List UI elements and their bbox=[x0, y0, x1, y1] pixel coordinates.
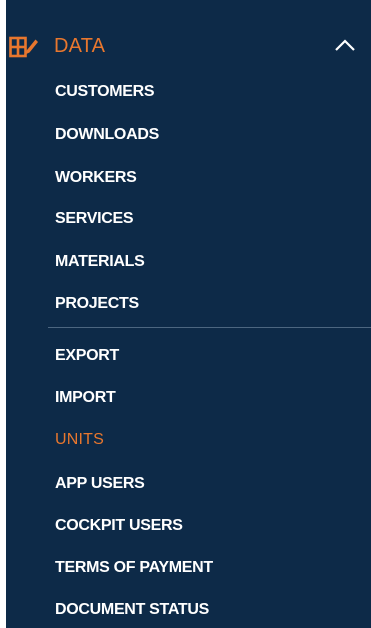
menu-item-export[interactable]: EXPORT bbox=[55, 346, 119, 366]
menu-divider bbox=[48, 327, 371, 328]
data-section-header[interactable]: DATA bbox=[6, 26, 371, 66]
menu-item-cockpit-users[interactable]: COCKPIT USERS bbox=[55, 516, 183, 536]
menu-item-projects[interactable]: PROJECTS bbox=[55, 294, 139, 314]
section-title: DATA bbox=[54, 35, 106, 57]
chevron-up-icon[interactable] bbox=[334, 38, 356, 52]
menu-item-terms-of-payment[interactable]: TERMS OF PAYMENT bbox=[55, 558, 213, 578]
menu-item-document-status[interactable]: DOCUMENT STATUS bbox=[55, 600, 209, 620]
sidebar: DATA CUSTOMERS DOWNLOADS WORKERS SERVICE… bbox=[6, 0, 371, 628]
menu-item-units[interactable]: UNITS bbox=[55, 430, 104, 450]
menu-item-app-users[interactable]: APP USERS bbox=[55, 474, 145, 494]
menu-item-customers[interactable]: CUSTOMERS bbox=[55, 82, 155, 102]
table-edit-icon bbox=[9, 36, 38, 58]
menu-item-services[interactable]: SERVICES bbox=[55, 209, 134, 229]
menu-item-import[interactable]: IMPORT bbox=[55, 388, 116, 408]
menu-item-workers[interactable]: WORKERS bbox=[55, 168, 137, 188]
menu-item-downloads[interactable]: DOWNLOADS bbox=[55, 125, 159, 145]
menu-item-materials[interactable]: MATERIALS bbox=[55, 252, 145, 272]
